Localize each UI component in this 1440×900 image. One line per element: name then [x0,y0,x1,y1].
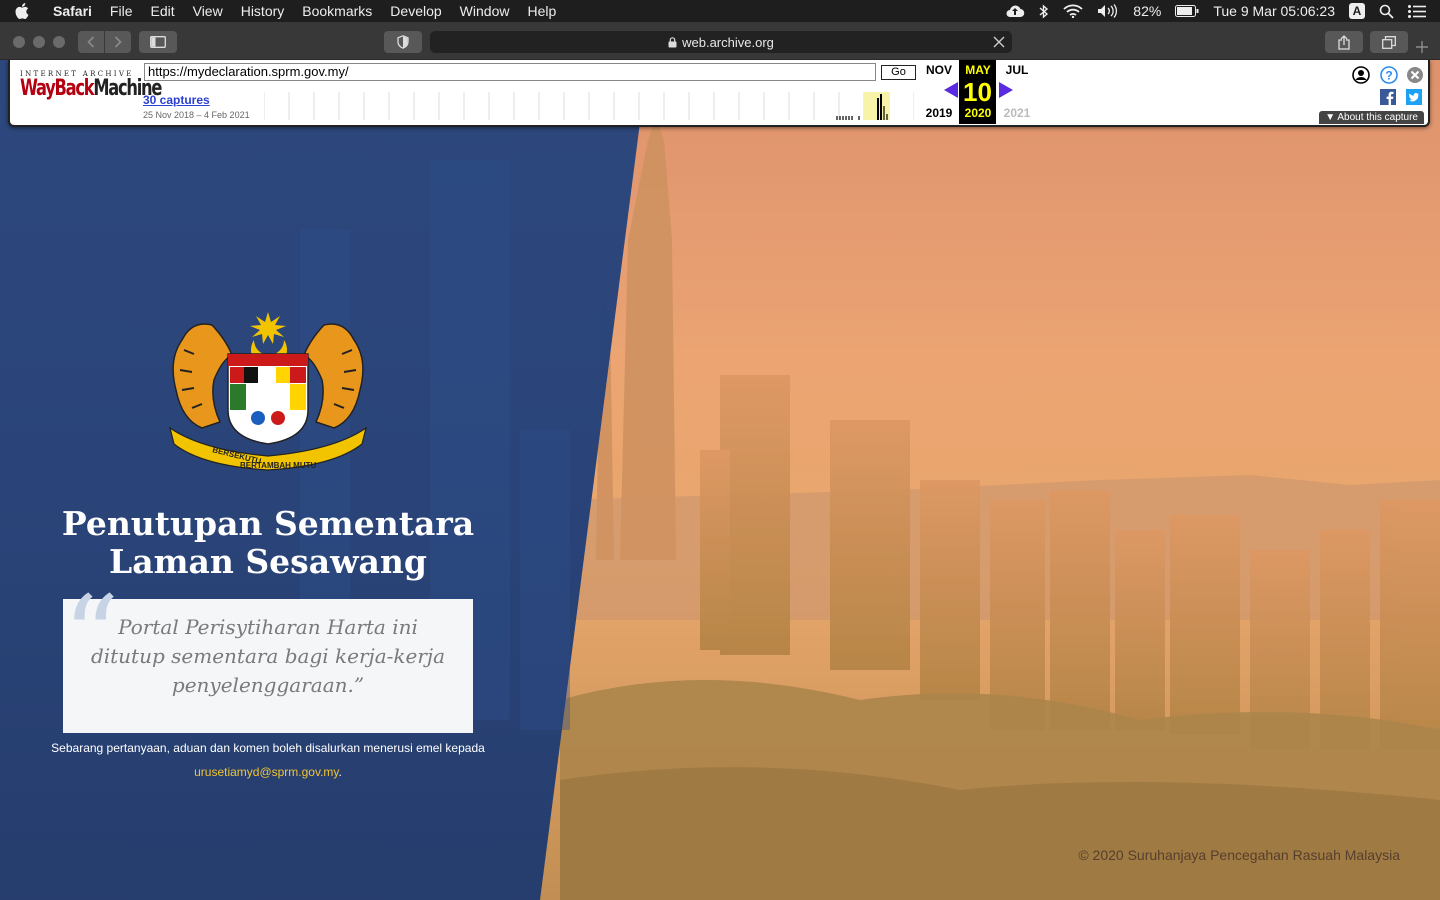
page-title: Penutupan Sementara Laman Sesawang [40,505,496,581]
plus-icon [1416,41,1428,53]
capture-sparkline[interactable] [264,92,914,120]
current-year: 2020 [964,106,992,120]
address-bar[interactable]: web.archive.org [430,31,1012,53]
contact-text: Sebarang pertanyaan, aduan dan komen bol… [51,741,485,755]
menu-window[interactable]: Window [451,0,519,22]
window-controls [13,36,65,48]
next-year: 2021 [1003,106,1031,120]
address-text: web.archive.org [682,34,774,50]
minimize-window-button[interactable] [33,36,45,48]
title-line-1: Penutupan Sementara [61,504,475,543]
contact-info: Sebarang pertanyaan, aduan dan komen bol… [50,736,486,784]
notification-center-icon[interactable] [1408,4,1426,18]
facebook-share-icon[interactable] [1380,89,1396,105]
sidebar-toggle-button[interactable] [139,31,177,53]
input-source-badge[interactable]: A [1349,3,1365,19]
zoom-window-button[interactable] [53,36,65,48]
wayback-url-input[interactable]: https://mydeclaration.sprm.gov.my/ [144,63,876,81]
maintenance-notice-box: “ Portal Perisytiharan Harta ini ditutup… [63,581,473,733]
battery-icon[interactable] [1175,5,1199,17]
current-day: 10 [963,77,992,107]
shield-icon [397,35,409,49]
new-tab-button[interactable] [1416,38,1428,56]
next-month[interactable]: JUL [998,63,1036,77]
captures-link[interactable]: 30 captures [143,93,210,107]
chevron-right-icon [114,36,122,48]
back-button[interactable] [78,31,104,53]
next-capture-arrow-icon[interactable] [999,82,1013,98]
user-account-icon[interactable] [1352,66,1370,84]
contact-email-link[interactable]: urusetiamyd@sprm.gov.my [194,765,338,779]
malaysia-coat-of-arms-emblem: BERSEKUTU BERTAMBAH MUTU [169,312,367,471]
macos-menu-bar: Safari File Edit View History Bookmarks … [0,0,1440,22]
close-toolbar-icon[interactable] [1406,66,1424,84]
prev-capture-arrow-icon[interactable] [944,82,958,98]
prev-year[interactable]: 2019 [920,106,958,120]
clock[interactable]: Tue 9 Mar 05:06:23 [1213,3,1335,19]
share-button[interactable] [1325,31,1363,53]
menu-bookmarks[interactable]: Bookmarks [293,0,381,22]
chevron-left-icon [87,36,95,48]
menu-file[interactable]: File [101,0,142,22]
prev-month[interactable]: NOV [920,63,958,77]
wifi-icon[interactable] [1063,4,1083,18]
help-icon[interactable]: ? [1380,66,1398,84]
crest-ribbon-bottom: BERTAMBAH MUTU [240,461,317,470]
tab-overview-button[interactable] [1370,31,1408,53]
cloud-upload-icon[interactable] [1005,4,1025,18]
page-viewport: BERSEKUTU BERTAMBAH MUTU Penutupan Semen… [0,60,1440,900]
spotlight-search-icon[interactable] [1379,4,1394,19]
tabs-icon [1382,35,1396,49]
apple-menu-icon[interactable] [0,3,44,19]
lock-icon [668,36,677,47]
copyright-footer: © 2020 Suruhanjaya Pencegahan Rasuah Mal… [1078,847,1400,863]
svg-text:?: ? [1385,69,1392,83]
wayback-logo[interactable]: INTERNET ARCHIVE WayBackMachine [20,70,162,101]
menu-view[interactable]: View [184,0,232,22]
menu-develop[interactable]: Develop [381,0,450,22]
status-area: 82% Tue 9 Mar 05:06:23 A [1005,3,1440,19]
privacy-report-button[interactable] [384,31,422,53]
menu-history[interactable]: History [232,0,294,22]
close-window-button[interactable] [13,36,25,48]
current-month: MAY [965,63,991,77]
about-capture-label: About this capture [1337,112,1418,123]
contact-suffix: . [338,765,342,779]
safari-toolbar: web.archive.org [0,22,1440,60]
volume-icon[interactable] [1097,4,1119,18]
twitter-share-icon[interactable] [1406,89,1422,105]
forward-button[interactable] [105,31,131,53]
dropdown-triangle-icon: ▼ [1325,112,1336,123]
share-icon [1338,34,1350,50]
bluetooth-icon[interactable] [1039,3,1049,19]
wayback-logo-main: WayBackMachine [20,76,162,101]
capture-date-range: 25 Nov 2018 – 4 Feb 2021 [143,110,250,120]
about-capture-dropdown[interactable]: ▼ About this capture [1319,111,1424,124]
menu-edit[interactable]: Edit [141,0,183,22]
navigation-buttons [78,31,131,53]
app-menu-safari[interactable]: Safari [44,0,101,22]
menu-help[interactable]: Help [518,0,565,22]
wayback-logo-word-a: WayBack [20,76,95,101]
wayback-machine-toolbar: INTERNET ARCHIVE WayBackMachine https://… [8,60,1430,127]
maintenance-message: Portal Perisytiharan Harta ini ditutup s… [90,615,446,697]
battery-percent[interactable]: 82% [1133,3,1161,19]
sidebar-icon [150,36,166,48]
stop-loading-icon[interactable] [992,35,1006,49]
wayback-go-button[interactable]: Go [881,65,916,80]
wayback-calendar-nav: NOV MAY JUL 10 2019 2020 2021 [918,60,1038,124]
